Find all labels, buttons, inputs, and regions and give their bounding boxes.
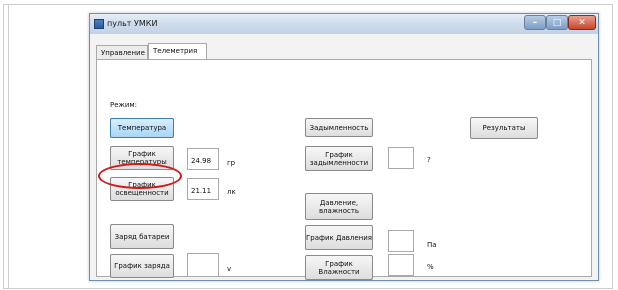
charge-unit: v — [227, 265, 232, 273]
app-icon — [94, 19, 104, 29]
pressure-unit: Па — [427, 241, 437, 249]
close-button[interactable]: ✕ — [568, 15, 596, 30]
temperature-button[interactable]: Температура — [110, 118, 174, 138]
minimize-icon: – — [532, 17, 538, 28]
battery-button[interactable]: Заряд батареи — [110, 224, 174, 249]
light-unit: лк — [227, 188, 236, 196]
tab-telemetry[interactable]: Телеметрия — [148, 43, 207, 60]
charge-field[interactable] — [187, 253, 219, 277]
smoke-field[interactable] — [388, 147, 414, 169]
smoke-graph-button[interactable]: График задымленности — [305, 146, 373, 171]
app-window: пульт УМКИ – □ ✕ Управление Телеметрия Р… — [89, 13, 599, 281]
maximize-icon: □ — [552, 17, 562, 28]
tab-control[interactable]: Управление — [96, 45, 148, 59]
humidity-field[interactable] — [388, 254, 414, 276]
light-field[interactable]: 21.11 — [187, 178, 219, 200]
highlight-circle — [98, 163, 182, 189]
minimize-button[interactable]: – — [524, 15, 546, 30]
title-bar[interactable]: пульт УМКИ – □ ✕ — [90, 14, 598, 34]
charge-graph-button[interactable]: График заряда — [110, 254, 174, 278]
humidity-unit: % — [427, 263, 434, 271]
humidity-graph-button[interactable]: График Влажности — [305, 255, 373, 280]
temperature-unit: гр — [227, 159, 236, 167]
maximize-button[interactable]: □ — [546, 15, 568, 30]
pressure-graph-button[interactable]: График Давления — [305, 225, 373, 250]
smoke-button[interactable]: Задымленность — [305, 118, 373, 137]
results-button[interactable]: Результаты — [470, 117, 538, 139]
pressure-humidity-button[interactable]: Давление, влажность — [305, 193, 373, 220]
window-title: пульт УМКИ — [107, 19, 158, 28]
mode-label: Режим: — [110, 101, 138, 109]
smoke-unit: ? — [427, 156, 431, 164]
outer-divider — [8, 4, 9, 289]
close-icon: ✕ — [578, 17, 586, 28]
pressure-field[interactable] — [388, 230, 414, 252]
temperature-field[interactable]: 24.98 — [187, 148, 219, 170]
